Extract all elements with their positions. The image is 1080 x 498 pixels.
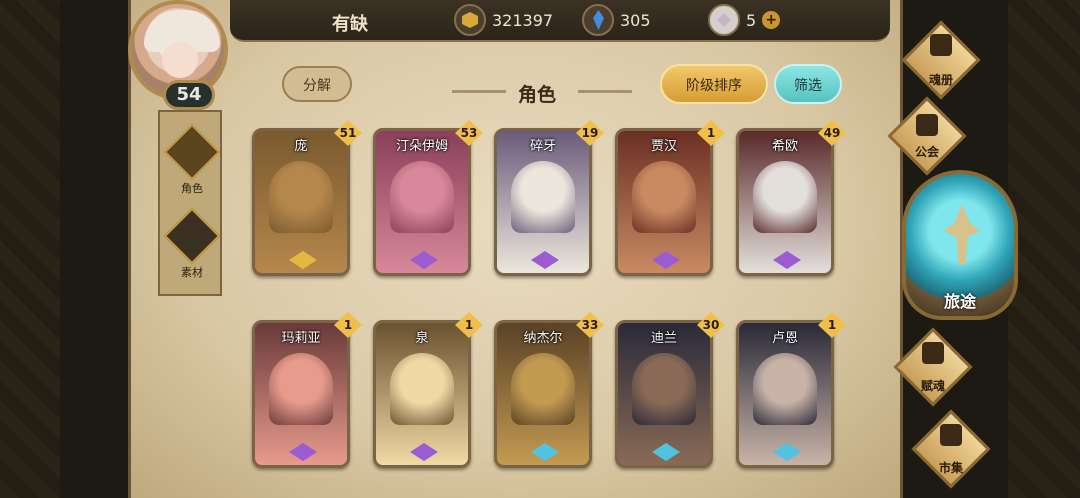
- character-portrait: [511, 161, 575, 233]
- character-card[interactable]: 希欧: [736, 128, 834, 276]
- character-crest-icon: [163, 123, 221, 181]
- character-name: 庞: [294, 139, 308, 154]
- blue-gem-icon: [582, 4, 614, 36]
- guild-button[interactable]: 公会: [882, 96, 972, 176]
- soul-book-button[interactable]: 魂册: [896, 20, 986, 100]
- gold-counter: 321397: [454, 4, 553, 36]
- endow-soul-button[interactable]: 赋魂: [888, 327, 978, 407]
- top-resource-bar: [230, 0, 890, 42]
- character-name: 迪兰: [650, 331, 677, 346]
- left-frame-edge: [0, 0, 60, 498]
- crystal-icon: [708, 4, 740, 36]
- character-portrait: [390, 353, 454, 425]
- character-portrait: [632, 353, 696, 425]
- page-title: 角色: [518, 84, 557, 106]
- character-name: 碎牙: [529, 139, 556, 154]
- rank-sort-button[interactable]: 阶级排序: [660, 64, 768, 104]
- character-card[interactable]: 纳杰尔: [494, 320, 592, 468]
- gem-amount: 305: [620, 10, 651, 30]
- rank-gem-icon: [410, 443, 438, 461]
- character-portrait: [269, 161, 333, 233]
- character-card[interactable]: 卢恩: [736, 320, 834, 468]
- crystal-counter: 5 +: [708, 4, 781, 36]
- materials-crest-icon: [163, 207, 221, 265]
- avatar-face: [162, 42, 198, 78]
- character-portrait: [269, 353, 333, 425]
- gem-shop-icon: [940, 424, 962, 446]
- character-portrait: [632, 161, 696, 233]
- title-ornament-left: [452, 90, 506, 93]
- character-name: 希欧: [771, 139, 798, 154]
- character-card[interactable]: 贾汉: [615, 128, 713, 276]
- character-card[interactable]: 庞: [252, 128, 350, 276]
- rank-gem-icon: [773, 443, 801, 461]
- journey-emblem-icon: [944, 204, 980, 264]
- character-card[interactable]: 碎牙: [494, 128, 592, 276]
- soul-book-label: 魂册: [928, 73, 953, 87]
- character-card[interactable]: 迪兰: [615, 320, 713, 468]
- rank-gem-icon: [773, 251, 801, 269]
- player-name: 有缺: [332, 14, 368, 35]
- add-crystal-button[interactable]: +: [762, 11, 781, 29]
- guild-label: 公会: [914, 145, 939, 159]
- rank-gem-icon: [652, 251, 680, 269]
- right-frame-edge: [1008, 0, 1080, 498]
- character-name: 贾汉: [650, 139, 677, 154]
- character-portrait: [753, 161, 817, 233]
- rank-gem-icon: [531, 443, 559, 461]
- title-ornament-right: [578, 90, 632, 93]
- character-name: 泉: [415, 331, 429, 346]
- gold-amount: 321397: [492, 10, 554, 30]
- rank-gem-icon: [289, 443, 317, 461]
- character-name: 纳杰尔: [523, 331, 563, 346]
- character-portrait: [511, 353, 575, 425]
- character-card[interactable]: 玛莉亚: [252, 320, 350, 468]
- market-frame: [911, 409, 991, 489]
- dismantle-button[interactable]: 分解: [282, 66, 352, 102]
- gold-coin-icon: [454, 4, 486, 36]
- player-level-badge: 54: [163, 80, 215, 110]
- market-label: 市集: [938, 461, 963, 475]
- rank-gem-icon: [289, 251, 317, 269]
- character-name: 汀朵伊姆: [395, 139, 448, 154]
- tab-characters-label: 角色: [181, 182, 203, 195]
- rank-gem-icon: [531, 251, 559, 269]
- filter-button[interactable]: 筛选: [774, 64, 842, 104]
- rank-gem-icon: [652, 443, 680, 461]
- gem-counter: 305: [582, 4, 651, 36]
- endow-soul-label: 赋魂: [920, 379, 945, 393]
- side-tab-panel: 角色 素材: [158, 110, 222, 296]
- market-button[interactable]: 市集: [906, 409, 996, 489]
- guild-frame: [887, 96, 967, 176]
- journey-button[interactable]: 旅途: [902, 170, 1018, 320]
- soul-book-icon: [930, 34, 952, 56]
- tab-materials-label: 素材: [181, 266, 203, 279]
- tab-materials[interactable]: 素材: [163, 207, 221, 280]
- character-card[interactable]: 泉: [373, 320, 471, 468]
- character-portrait: [753, 353, 817, 425]
- dragon-icon: [916, 114, 938, 136]
- character-card[interactable]: 汀朵伊姆: [373, 128, 471, 276]
- character-name: 玛莉亚: [281, 331, 321, 346]
- journey-label: 旅途: [943, 292, 976, 311]
- character-name: 卢恩: [771, 331, 798, 346]
- character-portrait: [390, 161, 454, 233]
- crystal-amount: 5: [746, 10, 757, 30]
- tab-characters[interactable]: 角色: [163, 123, 221, 196]
- rank-gem-icon: [410, 251, 438, 269]
- swirl-icon: [922, 342, 944, 364]
- endow-soul-frame: [893, 327, 973, 407]
